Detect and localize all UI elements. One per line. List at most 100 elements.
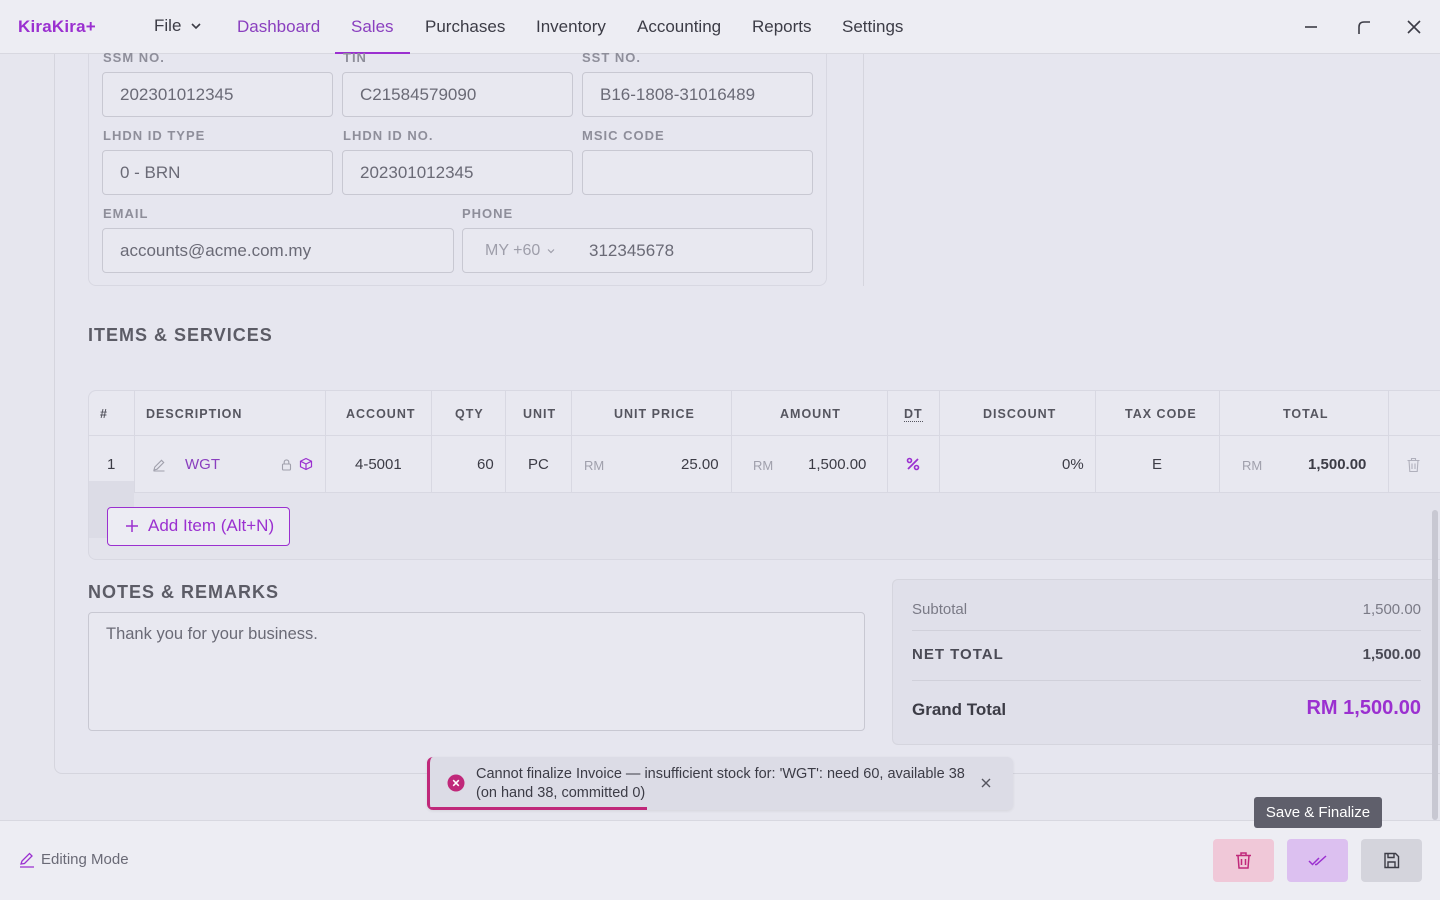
col-header-discount: DISCOUNT [983, 407, 1057, 421]
toast-message: Cannot finalize Invoice — insufficient s… [476, 766, 965, 801]
save-finalize-button[interactable] [1287, 839, 1348, 882]
package-icon[interactable] [299, 457, 313, 471]
col-divider [1095, 391, 1096, 493]
item-qty[interactable]: 60 [477, 456, 494, 473]
file-menu[interactable]: File [154, 16, 203, 36]
delete-button[interactable] [1213, 839, 1274, 882]
subtotal-label: Subtotal [912, 601, 968, 618]
item-tax-code[interactable]: E [1152, 456, 1162, 473]
nav-inventory[interactable]: Inventory [536, 0, 606, 54]
edit-pencil-icon[interactable] [152, 458, 166, 472]
item-account[interactable]: 4-5001 [355, 456, 402, 473]
col-divider [325, 391, 326, 493]
total-currency: RM [1242, 458, 1263, 473]
app-logo: KiraKira+ [18, 17, 96, 36]
maximize-button[interactable] [1355, 18, 1373, 36]
msic-label: MSIC CODE [582, 128, 665, 143]
item-unit-price[interactable]: 25.00 [681, 456, 719, 473]
scrollbar-thumb[interactable] [1432, 510, 1438, 820]
editing-mode-indicator: Editing Mode [19, 851, 129, 868]
col-header-amount: AMOUNT [780, 407, 841, 421]
notes-textarea[interactable]: Thank you for your business. [88, 612, 865, 731]
plus-icon [126, 520, 138, 532]
column-divider [863, 54, 864, 286]
percent-icon[interactable] [905, 456, 921, 472]
chevron-down-icon [547, 249, 555, 254]
col-divider [134, 391, 135, 493]
lhdn-no-label: LHDN ID NO. [343, 128, 434, 143]
nav-dashboard[interactable]: Dashboard [237, 0, 320, 54]
sst-input[interactable]: B16-1808-31016489 [582, 72, 813, 117]
col-header-tax-code: TAX CODE [1125, 407, 1197, 421]
msic-input[interactable] [582, 150, 813, 195]
col-divider [1219, 391, 1220, 493]
toast-progress-bar [430, 807, 647, 810]
col-divider [731, 391, 732, 493]
double-check-icon [1308, 855, 1327, 866]
amount-currency: RM [753, 458, 774, 473]
item-amount: 1,500.00 [808, 456, 867, 473]
minimize-icon [1305, 26, 1317, 28]
item-unit[interactable]: PC [528, 456, 549, 473]
lhdn-type-label: LHDN ID TYPE [103, 128, 206, 143]
totals-divider [912, 680, 1421, 681]
items-section-title: ITEMS & SERVICES [88, 325, 273, 345]
col-divider [505, 391, 506, 493]
trash-icon[interactable] [1406, 457, 1421, 473]
totals-panel: Subtotal 1,500.00 NET TOTAL 1,500.00 Gra… [892, 579, 1440, 745]
email-label: EMAIL [103, 206, 149, 221]
tin-input[interactable]: C21584579090 [342, 72, 573, 117]
table-row: 1 WGT 4-5001 60 PC RM 25.00 RM 1,500.00 … [89, 436, 1440, 538]
item-description-link[interactable]: WGT [185, 456, 220, 473]
col-divider [939, 391, 940, 493]
editing-mode-label: Editing Mode [41, 851, 129, 868]
save-draft-button[interactable] [1361, 839, 1422, 882]
close-window-button[interactable] [1405, 18, 1423, 36]
top-bar: KiraKira+ File Dashboard Sales Purchases… [0, 0, 1440, 54]
nav-settings[interactable]: Settings [842, 0, 903, 54]
add-item-label: Add Item (Alt+N) [148, 516, 275, 535]
col-header-total: TOTAL [1283, 407, 1329, 421]
notes-section-title: NOTES & REMARKS [88, 582, 280, 602]
col-divider [887, 391, 888, 493]
col-header-discount-type: DT [904, 407, 923, 422]
email-input[interactable]: accounts@acme.com.my [102, 228, 454, 273]
add-item-button[interactable]: Add Item (Alt+N) [107, 507, 290, 546]
toast-close-icon[interactable] [980, 777, 992, 789]
ssm-input[interactable]: 202301012345 [102, 72, 333, 117]
row-number: 1 [107, 456, 116, 473]
col-divider [431, 391, 432, 493]
item-discount[interactable]: 0% [1062, 456, 1084, 473]
phone-country-label: MY +60 [485, 242, 541, 259]
nav-reports[interactable]: Reports [752, 0, 812, 54]
net-total-value: 1,500.00 [1362, 646, 1421, 663]
lhdn-type-select[interactable]: 0 - BRN [102, 150, 333, 195]
phone-country-select[interactable]: MY +60 [485, 242, 556, 260]
col-header-number: # [100, 407, 108, 421]
subtotal-row: Subtotal 1,500.00 [912, 601, 1421, 618]
file-menu-label: File [154, 16, 182, 35]
nav-accounting[interactable]: Accounting [637, 0, 721, 54]
col-header-unit: UNIT [523, 407, 557, 421]
subtotal-value: 1,500.00 [1362, 601, 1421, 618]
nav-sales[interactable]: Sales [335, 0, 409, 54]
items-table-header: # DESCRIPTION ACCOUNT QTY UNIT UNIT PRIC… [89, 391, 1440, 436]
lock-icon [281, 459, 292, 471]
grand-total-value: RM 1,500.00 [1306, 697, 1421, 719]
col-header-account: ACCOUNT [346, 407, 416, 421]
close-icon [1407, 20, 1421, 34]
unit-price-currency: RM [584, 458, 605, 473]
col-header-description: DESCRIPTION [146, 407, 243, 421]
chevron-down-icon [191, 23, 201, 30]
save-icon [1384, 852, 1400, 869]
error-icon [447, 774, 465, 792]
nav-purchases[interactable]: Purchases [425, 0, 505, 54]
lhdn-no-input[interactable]: 202301012345 [342, 150, 573, 195]
item-total: 1,500.00 [1308, 456, 1367, 473]
tin-label: TIN [343, 50, 367, 65]
grand-total-row: Grand Total RM 1,500.00 [912, 697, 1421, 720]
restore-icon [1358, 21, 1370, 34]
sst-label: SST NO. [582, 50, 642, 65]
net-total-row: NET TOTAL 1,500.00 [912, 646, 1421, 663]
minimize-button[interactable] [1302, 18, 1320, 36]
